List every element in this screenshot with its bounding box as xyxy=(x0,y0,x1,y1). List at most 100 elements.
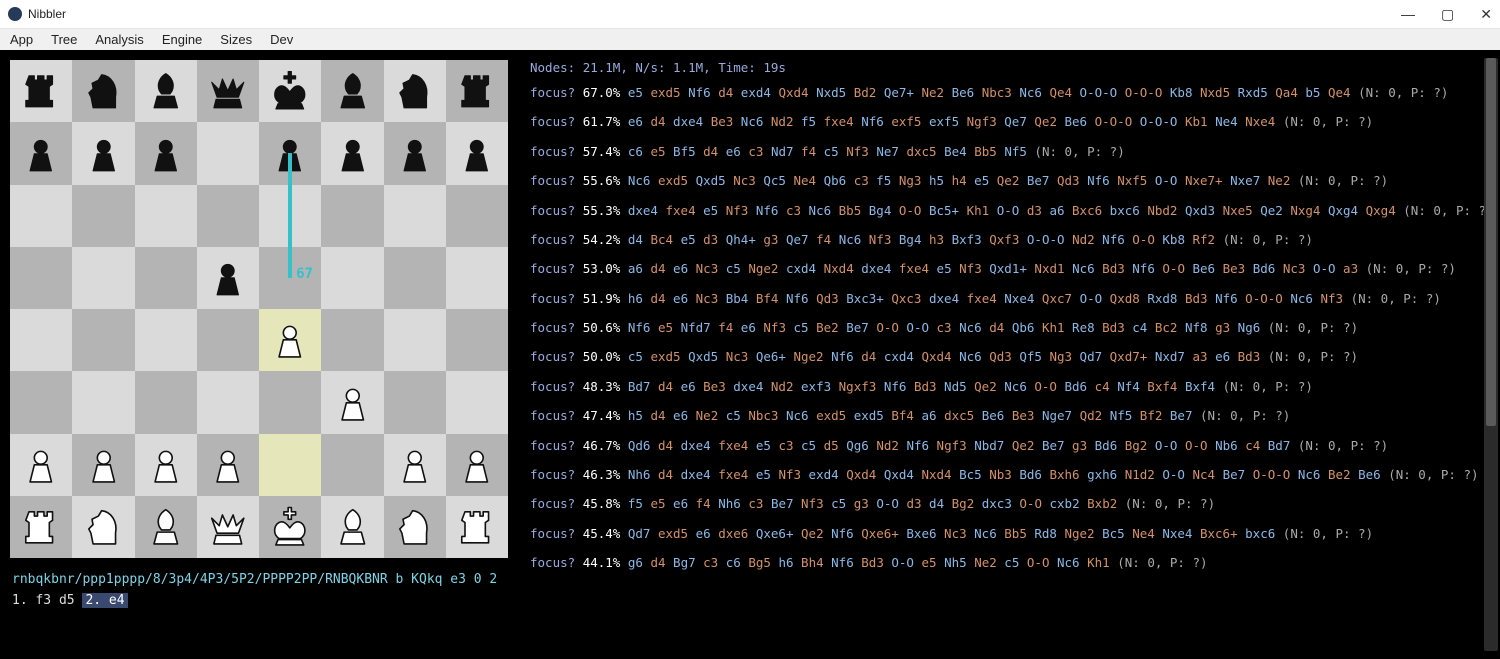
square-b5[interactable] xyxy=(72,247,134,309)
engine-line[interactable]: focus? 45.8% f5 e5 e6 f4 Nh6 c3 Be7 Nf3 … xyxy=(530,496,1494,513)
menu-tree[interactable]: Tree xyxy=(51,32,77,47)
square-f5[interactable] xyxy=(321,247,383,309)
square-b6[interactable] xyxy=(72,185,134,247)
square-h8[interactable] xyxy=(446,60,508,122)
square-e1[interactable] xyxy=(259,496,321,558)
square-c6[interactable] xyxy=(135,185,197,247)
engine-line[interactable]: focus? 46.3% Nh6 d4 dxe4 fxe4 e5 Nf3 exd… xyxy=(530,467,1494,484)
square-d1[interactable] xyxy=(197,496,259,558)
square-a3[interactable] xyxy=(10,371,72,433)
square-e2[interactable] xyxy=(259,434,321,496)
square-g5[interactable] xyxy=(384,247,446,309)
square-b3[interactable] xyxy=(72,371,134,433)
square-f3[interactable] xyxy=(321,371,383,433)
square-e8[interactable] xyxy=(259,60,321,122)
square-d6[interactable] xyxy=(197,185,259,247)
engine-line[interactable]: focus? 55.6% Nc6 exd5 Qxd5 Nc3 Qc5 Ne4 Q… xyxy=(530,173,1494,190)
chess-board[interactable]: 67 xyxy=(10,60,508,558)
scrollbar-thumb[interactable] xyxy=(1486,58,1496,426)
black-bishop-icon xyxy=(139,64,193,118)
fen-display: rnbqkbnr/ppp1pppp/8/3p4/4P3/5P2/PPPP2PP/… xyxy=(10,558,508,593)
engine-line[interactable]: focus? 55.3% dxe4 fxe4 e5 Nf3 Nf6 c3 Nc6… xyxy=(530,203,1494,220)
square-c2[interactable] xyxy=(135,434,197,496)
square-c1[interactable] xyxy=(135,496,197,558)
scrollbar[interactable] xyxy=(1484,58,1498,651)
menu-app[interactable]: App xyxy=(10,32,33,47)
square-e3[interactable] xyxy=(259,371,321,433)
engine-line[interactable]: focus? 57.4% c6 e5 Bf5 d4 e6 c3 Nd7 f4 c… xyxy=(530,144,1494,161)
square-f8[interactable] xyxy=(321,60,383,122)
engine-line[interactable]: focus? 51.9% h6 d4 e6 Nc3 Bb4 Bf4 Nf6 Qd… xyxy=(530,291,1494,308)
square-a6[interactable] xyxy=(10,185,72,247)
black-bishop-icon xyxy=(326,64,380,118)
menu-sizes[interactable]: Sizes xyxy=(220,32,252,47)
square-c7[interactable] xyxy=(135,122,197,184)
engine-line[interactable]: focus? 61.7% e6 d4 dxe4 Be3 Nc6 Nd2 f5 f… xyxy=(530,114,1494,131)
square-a8[interactable] xyxy=(10,60,72,122)
maximize-icon[interactable]: ▢ xyxy=(1441,6,1454,23)
square-c5[interactable] xyxy=(135,247,197,309)
square-b2[interactable] xyxy=(72,434,134,496)
engine-line[interactable]: focus? 50.0% c5 exd5 Qxd5 Nc3 Qe6+ Nge2 … xyxy=(530,349,1494,366)
square-g2[interactable] xyxy=(384,434,446,496)
menu-analysis[interactable]: Analysis xyxy=(95,32,143,47)
square-g6[interactable] xyxy=(384,185,446,247)
minimize-icon[interactable]: — xyxy=(1401,6,1415,23)
square-c4[interactable] xyxy=(135,309,197,371)
square-h7[interactable] xyxy=(446,122,508,184)
square-g1[interactable] xyxy=(384,496,446,558)
square-b7[interactable] xyxy=(72,122,134,184)
square-h3[interactable] xyxy=(446,371,508,433)
square-g8[interactable] xyxy=(384,60,446,122)
engine-line[interactable]: focus? 53.0% a6 d4 e6 Nc3 c5 Nge2 cxd4 N… xyxy=(530,261,1494,278)
square-d5[interactable] xyxy=(197,247,259,309)
menu-engine[interactable]: Engine xyxy=(162,32,202,47)
move-history[interactable]: 1. f3 d5 2. e4 xyxy=(10,593,508,608)
square-h1[interactable] xyxy=(446,496,508,558)
square-d8[interactable] xyxy=(197,60,259,122)
square-c8[interactable] xyxy=(135,60,197,122)
square-f1[interactable] xyxy=(321,496,383,558)
square-d2[interactable] xyxy=(197,434,259,496)
square-e4[interactable] xyxy=(259,309,321,371)
square-a7[interactable] xyxy=(10,122,72,184)
square-c3[interactable] xyxy=(135,371,197,433)
square-a5[interactable] xyxy=(10,247,72,309)
square-b8[interactable] xyxy=(72,60,134,122)
square-b4[interactable] xyxy=(72,309,134,371)
square-f6[interactable] xyxy=(321,185,383,247)
engine-line[interactable]: focus? 44.1% g6 d4 Bg7 c3 c6 Bg5 h6 Bh4 … xyxy=(530,555,1494,572)
engine-line[interactable]: focus? 48.3% Bd7 d4 e6 Be3 dxe4 Nd2 exf3… xyxy=(530,379,1494,396)
square-f2[interactable] xyxy=(321,434,383,496)
engine-line[interactable]: focus? 47.4% h5 d4 e6 Ne2 c5 Nbc3 Nc6 ex… xyxy=(530,408,1494,425)
engine-line[interactable]: focus? 45.4% Qd7 exd5 e6 dxe6 Qxe6+ Qe2 … xyxy=(530,526,1494,543)
black-pawn-icon xyxy=(388,127,442,181)
square-e5[interactable] xyxy=(259,247,321,309)
square-g4[interactable] xyxy=(384,309,446,371)
engine-line[interactable]: focus? 46.7% Qd6 d4 dxe4 fxe4 e5 c3 c5 d… xyxy=(530,438,1494,455)
square-e7[interactable] xyxy=(259,122,321,184)
square-b1[interactable] xyxy=(72,496,134,558)
square-a2[interactable] xyxy=(10,434,72,496)
close-icon[interactable]: ✕ xyxy=(1480,6,1492,23)
square-h6[interactable] xyxy=(446,185,508,247)
square-f7[interactable] xyxy=(321,122,383,184)
square-h2[interactable] xyxy=(446,434,508,496)
white-pawn-icon xyxy=(388,438,442,492)
square-g7[interactable] xyxy=(384,122,446,184)
square-a4[interactable] xyxy=(10,309,72,371)
square-f4[interactable] xyxy=(321,309,383,371)
square-g3[interactable] xyxy=(384,371,446,433)
square-d3[interactable] xyxy=(197,371,259,433)
menu-dev[interactable]: Dev xyxy=(270,32,293,47)
square-a1[interactable] xyxy=(10,496,72,558)
square-d4[interactable] xyxy=(197,309,259,371)
black-pawn-icon xyxy=(450,127,504,181)
square-d7[interactable] xyxy=(197,122,259,184)
square-e6[interactable] xyxy=(259,185,321,247)
square-h4[interactable] xyxy=(446,309,508,371)
engine-line[interactable]: focus? 50.6% Nf6 e5 Nfd7 f4 e6 Nf3 c5 Be… xyxy=(530,320,1494,337)
square-h5[interactable] xyxy=(446,247,508,309)
engine-line[interactable]: focus? 54.2% d4 Bc4 e5 d3 Qh4+ g3 Qe7 f4… xyxy=(530,232,1494,249)
engine-line[interactable]: focus? 67.0% e5 exd5 Nf6 d4 exd4 Qxd4 Nx… xyxy=(530,85,1494,102)
